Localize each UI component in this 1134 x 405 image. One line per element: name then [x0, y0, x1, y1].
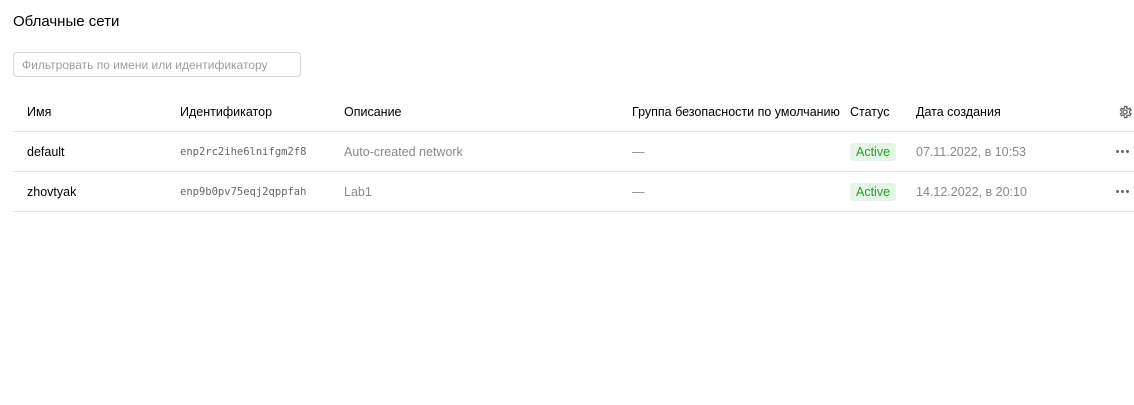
table-row[interactable]: zhovtyak enp9b0pv75eqj2qppfah Lab1 — Act… — [13, 172, 1134, 212]
column-header-name[interactable]: Имя — [27, 93, 51, 131]
network-description: Auto-created network — [344, 144, 463, 159]
row-actions-cell — [1110, 172, 1134, 211]
column-header-created[interactable]: Дата создания — [916, 93, 1001, 131]
column-header-id[interactable]: Идентификатор — [180, 93, 272, 131]
status-cell: Active — [850, 172, 897, 211]
network-id: enp2rc2ihe6lnifgm2f8 — [180, 145, 307, 158]
network-id: enp9b0pv75eqj2qppfah — [180, 185, 307, 198]
column-header-status[interactable]: Статус — [850, 93, 890, 131]
network-name[interactable]: zhovtyak — [27, 172, 76, 211]
column-header-description[interactable]: Описание — [344, 93, 402, 131]
network-security-group: — — [632, 184, 645, 199]
column-header-security-group[interactable]: Группа безопасности по умолчанию — [632, 93, 840, 131]
status-badge: Active — [850, 142, 897, 161]
row-actions-cell — [1110, 132, 1134, 171]
status-cell: Active — [850, 132, 897, 171]
networks-table: Имя Идентификатор Описание Группа безопа… — [13, 93, 1134, 212]
network-created: 07.11.2022, в 10:53 — [916, 144, 1026, 159]
table-row[interactable]: default enp2rc2ihe6lnifgm2f8 Auto-create… — [13, 132, 1134, 172]
network-description: Lab1 — [344, 184, 372, 199]
status-badge: Active — [850, 182, 897, 201]
gear-icon[interactable] — [1117, 93, 1133, 131]
filter-input[interactable] — [13, 52, 301, 77]
network-created: 14.12.2022, в 20:10 — [916, 184, 1027, 199]
network-name[interactable]: default — [27, 132, 65, 171]
table-header: Имя Идентификатор Описание Группа безопа… — [13, 93, 1134, 132]
cloud-networks-page: Облачные сети Имя Идентификатор Описание… — [0, 0, 1134, 405]
network-security-group: — — [632, 144, 645, 159]
more-actions-icon[interactable] — [1115, 150, 1129, 153]
more-actions-icon[interactable] — [1115, 190, 1129, 193]
page-title: Облачные сети — [13, 13, 120, 30]
